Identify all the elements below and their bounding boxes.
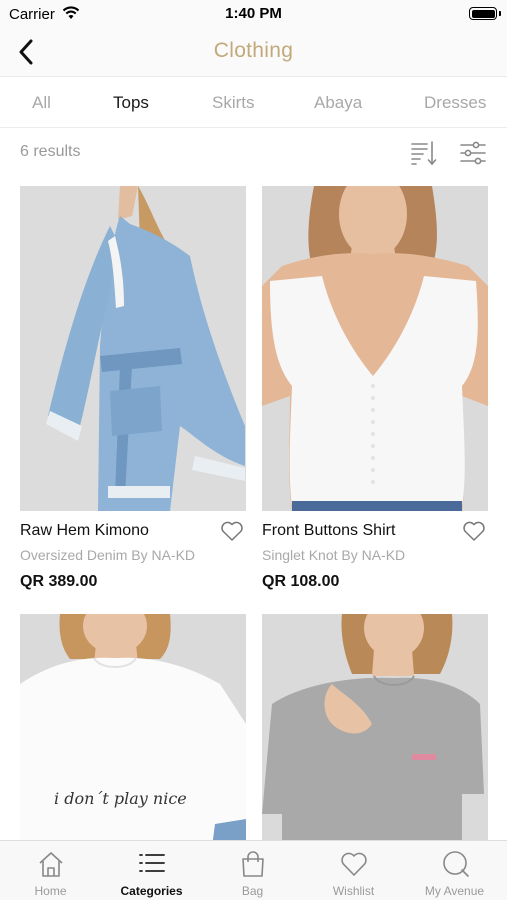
tab-my-avenue[interactable]: My Avenue (404, 841, 505, 900)
white-shirt-photo (262, 186, 488, 511)
tab-abaya[interactable]: Abaya (314, 93, 362, 113)
bag-icon (241, 851, 264, 877)
product-price: QR 108.00 (262, 573, 340, 590)
heart-icon (340, 852, 367, 876)
tab-tops[interactable]: Tops (113, 93, 149, 113)
tab-bag[interactable]: Bag (202, 841, 303, 900)
filter-sliders-icon[interactable] (459, 139, 487, 167)
tab-label: Home (34, 884, 67, 898)
battery-icon (469, 7, 497, 20)
product-price: QR 389.00 (20, 573, 98, 590)
list-icon (138, 854, 165, 872)
tab-skirts[interactable]: Skirts (212, 93, 255, 113)
tab-wishlist[interactable]: Wishlist (303, 841, 404, 900)
heart-icon[interactable] (462, 520, 486, 542)
heart-icon[interactable] (220, 520, 244, 542)
product-brand: Singlet Knot By NA-KD (262, 547, 406, 563)
product-brand: Oversized Denim By NA-KD (20, 547, 196, 563)
status-bar: Carrier 1:40 PM (0, 0, 507, 28)
product-card-raw-hem-kimono[interactable]: Raw Hem Kimono Oversized Denim By NA-KD … (20, 186, 246, 590)
battery-tip (499, 11, 501, 16)
denim-kimono-photo (20, 186, 246, 511)
product-card-front-buttons-shirt[interactable]: Front Buttons Shirt Singlet Knot By NA-K… (262, 186, 488, 590)
nav-bar: Clothing (0, 28, 507, 76)
tab-label: My Avenue (424, 884, 485, 898)
product-name[interactable]: Raw Hem Kimono (20, 522, 149, 540)
search-circle-icon (442, 851, 469, 877)
tab-label: Bag (241, 884, 264, 898)
tab-categories[interactable]: Categories (101, 841, 202, 900)
shirt-print-text: i don´t play nice (54, 789, 187, 808)
page-title: Clothing (213, 39, 294, 62)
tab-home[interactable]: Home (0, 841, 101, 900)
product-image[interactable] (262, 186, 488, 511)
tab-label: Wishlist (332, 884, 375, 898)
bottom-tab-bar: Home Categories Bag Wishlist My Avenue (0, 840, 507, 900)
clock: 1:40 PM (225, 5, 282, 22)
results-count: 6 results (20, 143, 81, 160)
tab-all[interactable]: All (32, 93, 51, 113)
category-tabs: All Tops Skirts Abaya Dresses (0, 76, 507, 128)
tab-dresses[interactable]: Dresses (424, 93, 486, 113)
results-bar: 6 results (0, 128, 507, 178)
product-name[interactable]: Front Buttons Shirt (262, 522, 395, 540)
sort-icon[interactable] (410, 139, 438, 167)
home-icon (38, 852, 63, 877)
tab-label: Categories (120, 884, 183, 898)
product-image[interactable] (20, 186, 246, 511)
